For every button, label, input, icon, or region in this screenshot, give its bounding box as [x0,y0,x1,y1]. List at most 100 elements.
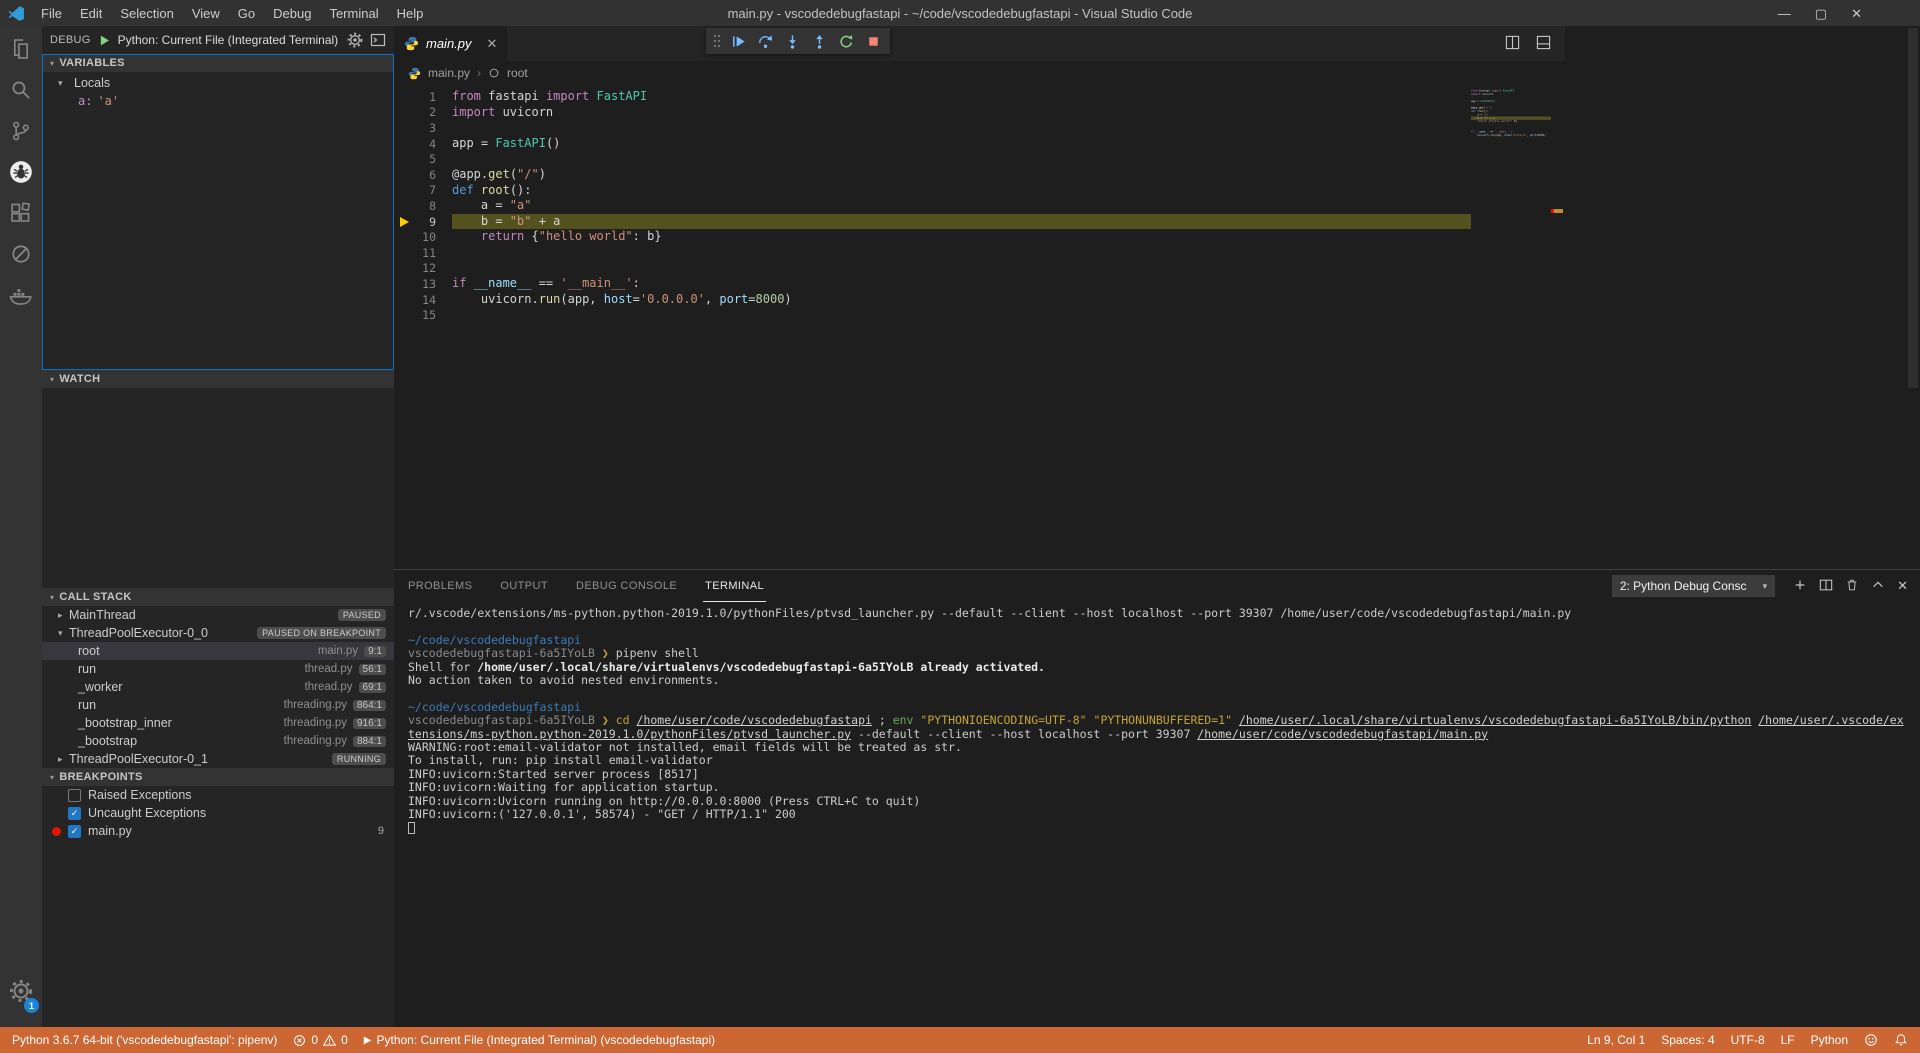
close-panel-icon[interactable]: ✕ [1897,578,1908,594]
code-line-4[interactable]: app = FastAPI() [452,136,1471,152]
gutter-line-2[interactable]: 2 [394,105,452,121]
callstack-row-run[interactable]: runthreading.py864:1 [42,696,394,714]
code-line-2[interactable]: import uvicorn [452,105,1471,121]
callstack-row-_bootstrap[interactable]: _bootstrapthreading.py884:1 [42,732,394,750]
cursor-position[interactable]: Ln 9, Col 1 [1579,1033,1653,1047]
gutter-line-10[interactable]: 10 [394,229,452,245]
code-line-11[interactable] [452,245,1471,261]
code-line-7[interactable]: def root(): [452,183,1471,199]
panel-tab-debug-console[interactable]: DEBUG CONSOLE [574,570,679,602]
code-line-15[interactable] [452,307,1471,323]
gutter-line-15[interactable]: 15 [394,307,452,323]
breakpoint-checkbox[interactable] [68,789,81,802]
breakpoint-row[interactable]: ✓Uncaught Exceptions [42,804,394,822]
split-editor-icon[interactable] [1505,35,1520,53]
code-line-8[interactable]: a = "a" [452,198,1471,214]
variables-header[interactable]: ▾ VARIABLES [42,54,394,72]
eol-status[interactable]: LF [1773,1033,1803,1047]
gutter-line-5[interactable]: 5 [394,151,452,167]
new-terminal-icon[interactable] [1793,578,1807,595]
gutter-line-13[interactable]: 13 [394,276,452,292]
code-line-1[interactable]: from fastapi import FastAPI [452,89,1471,105]
debug-config-status[interactable]: ▶ Python: Current File (Integrated Termi… [356,1027,723,1053]
panel-tab-terminal[interactable]: TERMINAL [703,570,766,602]
indentation-status[interactable]: Spaces: 4 [1653,1033,1722,1047]
activity-search-icon[interactable] [0,69,42,110]
menu-file[interactable]: File [32,0,71,26]
activity-docker-icon[interactable] [0,274,42,315]
callstack-row-mainthread[interactable]: ▸MainThreadPAUSED [42,606,394,624]
step-out-button[interactable] [807,29,831,53]
continue-button[interactable] [726,29,750,53]
watch-header[interactable]: ▾ WATCH [42,370,394,388]
breakpoint-row[interactable]: ✓main.py9 [42,822,394,840]
callstack-row-_worker[interactable]: _workerthread.py69:1 [42,678,394,696]
maximize-panel-icon[interactable] [1871,578,1885,595]
debug-config-dropdown[interactable]: Python: Current File (Integrated Termina… [118,33,340,47]
variables-scope-locals[interactable]: ▾ Locals [42,74,394,92]
python-interpreter-status[interactable]: Python 3.6.7 64-bit ('vscodedebugfastapi… [4,1027,285,1053]
debug-configure-gear-icon[interactable] [347,32,363,48]
activity-test-icon[interactable] [0,233,42,274]
menu-view[interactable]: View [183,0,229,26]
gutter-line-3[interactable]: 3 [394,120,452,136]
breakpoint-checkbox[interactable]: ✓ [68,807,81,820]
minimap[interactable]: from fastapi import FastAPIimport uvicor… [1471,89,1551,569]
activity-debug-icon[interactable] [0,151,42,192]
debug-console-toggle-icon[interactable] [370,32,386,48]
code-line-6[interactable]: @app.get("/") [452,167,1471,183]
gutter-line-14[interactable]: 14 [394,292,452,308]
step-into-button[interactable] [780,29,804,53]
code-line-10[interactable]: return {"hello world": b} [452,229,1471,245]
stop-button[interactable] [861,29,885,53]
gutter-line-8[interactable]: 8 [394,198,452,214]
menu-terminal[interactable]: Terminal [320,0,387,26]
breadcrumb-symbol[interactable]: root [507,66,528,80]
breakpoints-header[interactable]: ▾ BREAKPOINTS [42,768,394,786]
toggle-layout-icon[interactable] [1536,35,1551,53]
gutter-line-11[interactable]: 11 [394,245,452,261]
breadcrumb-file[interactable]: main.py [428,66,470,80]
debug-start-icon[interactable] [98,34,111,47]
vscode-logo-icon[interactable] [0,5,32,22]
activity-source-control-icon[interactable] [0,110,42,151]
breakpoint-checkbox[interactable]: ✓ [68,825,81,838]
code-line-12[interactable] [452,261,1471,277]
restart-button[interactable] [834,29,858,53]
gutter-line-4[interactable]: 4 [394,136,452,152]
menu-debug[interactable]: Debug [264,0,320,26]
encoding-status[interactable]: UTF-8 [1723,1033,1773,1047]
code-editor[interactable]: 123456789101112131415 from fastapi impor… [394,85,1565,569]
menu-help[interactable]: Help [388,0,433,26]
callstack-row-run[interactable]: runthread.py56:1 [42,660,394,678]
feedback-smiley-icon[interactable] [1856,1033,1886,1047]
code-line-3[interactable] [452,120,1471,136]
overview-ruler[interactable] [1551,85,1565,569]
activity-explorer-icon[interactable] [0,28,42,69]
panel-tab-problems[interactable]: PROBLEMS [406,570,474,602]
callstack-row-threadpoolexecutor-0_1[interactable]: ▸ThreadPoolExecutor-0_1RUNNING [42,750,394,768]
split-terminal-icon[interactable] [1819,578,1833,595]
tab-close-icon[interactable]: ✕ [487,36,498,52]
terminal-content[interactable]: r/.vscode/extensions/ms-python.python-20… [394,602,1920,1027]
panel-tab-output[interactable]: OUTPUT [498,570,550,602]
gutter-line-12[interactable]: 12 [394,261,452,277]
gutter-line-1[interactable]: 1 [394,89,452,105]
terminal-picker-dropdown[interactable]: 2: Python Debug Consc ▾ [1612,575,1775,597]
callstack-header[interactable]: ▾ CALL STACK [42,588,394,606]
code-line-5[interactable] [452,151,1471,167]
gutter-line-9[interactable]: 9 [394,214,452,230]
notifications-bell-icon[interactable] [1886,1033,1916,1047]
kill-terminal-icon[interactable] [1845,578,1859,595]
breakpoint-row[interactable]: Raised Exceptions [42,786,394,804]
tab-main-py[interactable]: main.py ✕ [394,26,507,61]
gutter-line-6[interactable]: 6 [394,167,452,183]
maximize-button[interactable]: ▢ [1815,7,1827,20]
step-over-button[interactable] [753,29,777,53]
callstack-row-_bootstrap_inner[interactable]: _bootstrap_innerthreading.py916:1 [42,714,394,732]
variable-row[interactable]: a: 'a' [42,92,394,110]
settings-gear-icon[interactable]: 1 [0,970,42,1011]
code-line-14[interactable]: uvicorn.run(app, host='0.0.0.0', port=80… [452,292,1471,308]
menu-edit[interactable]: Edit [71,0,111,26]
problems-status[interactable]: 0 0 [285,1027,355,1053]
